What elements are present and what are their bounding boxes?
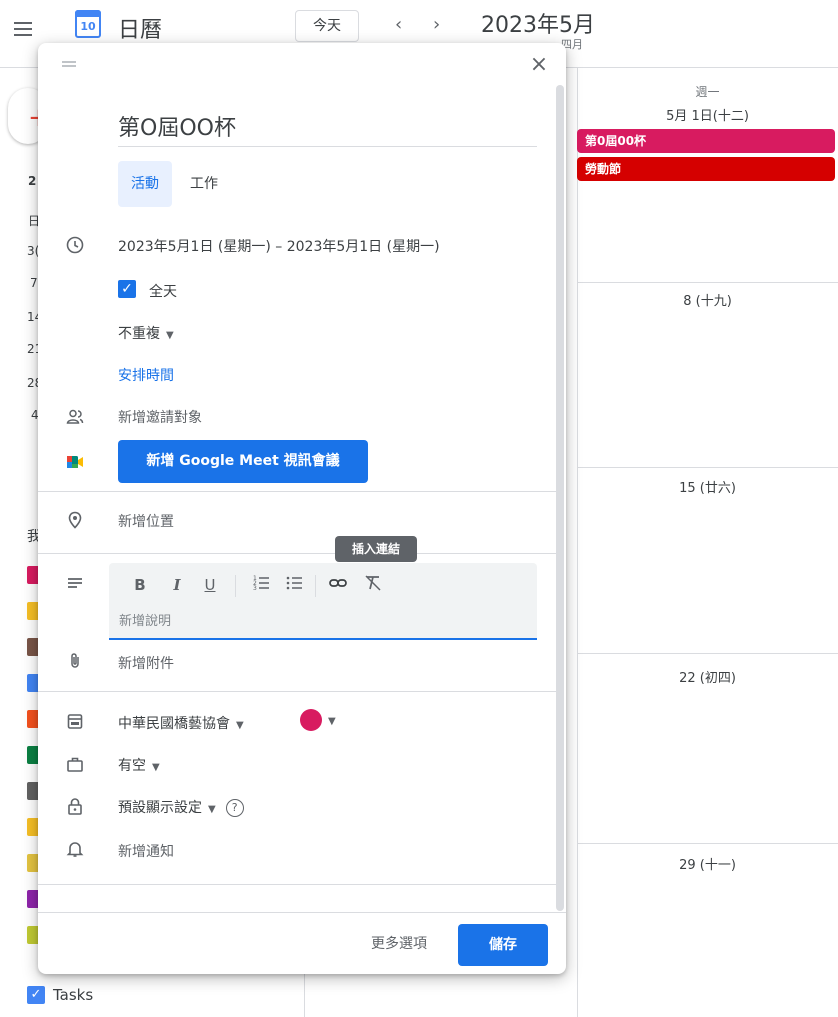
event-chip[interactable]: 勞動節 xyxy=(577,157,835,181)
find-time-link[interactable]: 安排時間 xyxy=(118,365,174,385)
color-swatch xyxy=(300,709,322,731)
calendar-select-value: 中華民國橋藝協會 xyxy=(118,716,230,732)
add-attachment-button[interactable]: 新增附件 xyxy=(118,653,174,673)
next-period-button[interactable]: › xyxy=(433,14,440,35)
main-menu-icon[interactable] xyxy=(14,22,32,36)
italic-button[interactable]: I xyxy=(165,573,189,597)
underline-button[interactable]: U xyxy=(198,573,222,597)
add-notification-button[interactable]: 新增通知 xyxy=(118,841,174,861)
caret-down-icon: ▼ xyxy=(166,330,174,341)
weekday-label: 週一 xyxy=(695,85,720,99)
drag-handle-icon[interactable] xyxy=(62,61,76,67)
google-meet-icon xyxy=(65,452,85,472)
mini-month-label: 2 xyxy=(28,174,37,188)
calendar-icon xyxy=(65,711,85,731)
grid-line xyxy=(577,843,838,844)
event-chip[interactable]: 第0屆00杯 xyxy=(577,129,835,153)
day-number[interactable]: 22 (初四) xyxy=(577,667,838,686)
svg-text:3: 3 xyxy=(253,585,257,592)
calendar-select[interactable]: 中華民國橋藝協會 ▼ xyxy=(118,713,244,733)
caret-down-icon: ▼ xyxy=(208,804,216,815)
add-guests-input[interactable]: 新增邀請對象 xyxy=(118,407,202,427)
footer-divider xyxy=(38,912,566,913)
tab-task[interactable]: 工作 xyxy=(190,161,218,207)
divider xyxy=(38,691,556,692)
event-chip-title: 第0屆00杯 xyxy=(585,134,647,148)
description-input[interactable]: 新增說明 xyxy=(109,608,537,640)
today-button[interactable]: 今天 xyxy=(295,10,359,42)
help-icon[interactable]: ? xyxy=(225,799,244,817)
availability-select[interactable]: 有空 ▼ xyxy=(118,755,160,775)
toolbar-separator xyxy=(315,575,316,597)
caret-down-icon: ▼ xyxy=(152,762,160,773)
divider xyxy=(38,553,556,554)
calendar-item-tasks[interactable]: ✓ Tasks xyxy=(27,985,93,1005)
people-icon xyxy=(65,407,85,427)
link-icon[interactable] xyxy=(326,573,350,597)
scrollbar[interactable] xyxy=(556,85,564,911)
day-number[interactable]: 5月 1日(十二) xyxy=(577,105,838,124)
bell-icon xyxy=(65,839,85,859)
bulleted-list-icon[interactable] xyxy=(283,573,307,597)
save-button[interactable]: 儲存 xyxy=(458,924,548,966)
calendar-logo-icon: 10 xyxy=(75,10,101,38)
clock-icon xyxy=(65,235,85,255)
bold-button[interactable]: B xyxy=(128,573,152,597)
availability-value: 有空 xyxy=(118,758,146,774)
prev-period-button[interactable]: ‹ xyxy=(395,14,402,35)
visibility-select[interactable]: 預設顯示設定 ▼? xyxy=(118,797,244,817)
insert-link-tooltip: 插入連結 xyxy=(335,536,417,562)
description-icon xyxy=(65,573,85,593)
repeat-value: 不重複 xyxy=(118,326,160,342)
event-chip-title: 勞動節 xyxy=(585,162,622,176)
location-pin-icon xyxy=(65,510,85,530)
month-title: 2023年5月 xyxy=(481,13,595,38)
day-number[interactable]: 15 (廿六) xyxy=(577,477,838,496)
event-color-picker[interactable]: ▼ xyxy=(300,709,336,731)
toolbar-separator xyxy=(235,575,236,597)
add-google-meet-button[interactable]: 新增 Google Meet 視訊會議 xyxy=(118,440,368,483)
caret-down-icon: ▼ xyxy=(328,716,336,727)
caret-down-icon: ▼ xyxy=(236,720,244,731)
all-day-label: 全天 xyxy=(149,284,177,300)
grid-line xyxy=(577,68,578,1017)
app-title: 日曆 xyxy=(118,18,163,43)
event-editor-dialog: × 第O屆OO杯 活動 工作 2023年5月1日 (星期一) – 2023年5月… xyxy=(38,43,566,974)
grid-line xyxy=(577,653,838,654)
day-number[interactable]: 29 (十一) xyxy=(577,854,838,873)
close-icon[interactable]: × xyxy=(527,52,551,77)
repeat-dropdown[interactable]: 不重複 ▼ xyxy=(118,323,174,343)
paperclip-icon xyxy=(65,651,85,671)
add-location-input[interactable]: 新增位置 xyxy=(118,511,174,531)
visibility-value: 預設顯示設定 xyxy=(118,800,202,816)
lock-icon xyxy=(65,796,85,816)
numbered-list-icon[interactable]: 123 xyxy=(250,573,274,597)
grid-line xyxy=(577,467,838,468)
mini-date[interactable]: 7 xyxy=(30,276,38,290)
grid-line xyxy=(577,282,838,283)
calendar-logo-day: 10 xyxy=(80,20,96,33)
day-number[interactable]: 8 (十九) xyxy=(577,290,838,309)
calendar-item-label: Tasks xyxy=(53,986,94,1004)
all-day-checkbox[interactable]: ✓ xyxy=(118,280,136,298)
briefcase-icon xyxy=(65,754,85,774)
checkbox-checked-icon[interactable]: ✓ xyxy=(27,986,45,1004)
event-title-input[interactable]: 第O屆OO杯 xyxy=(118,110,537,147)
tab-event[interactable]: 活動 xyxy=(118,161,172,207)
description-toolbar: B I U 123 xyxy=(109,563,537,608)
divider xyxy=(38,491,556,492)
clear-formatting-icon[interactable] xyxy=(361,573,385,597)
date-range[interactable]: 2023年5月1日 (星期一) – 2023年5月1日 (星期一) xyxy=(118,236,440,256)
more-options-button[interactable]: 更多選項 xyxy=(371,933,427,953)
divider xyxy=(38,884,556,885)
